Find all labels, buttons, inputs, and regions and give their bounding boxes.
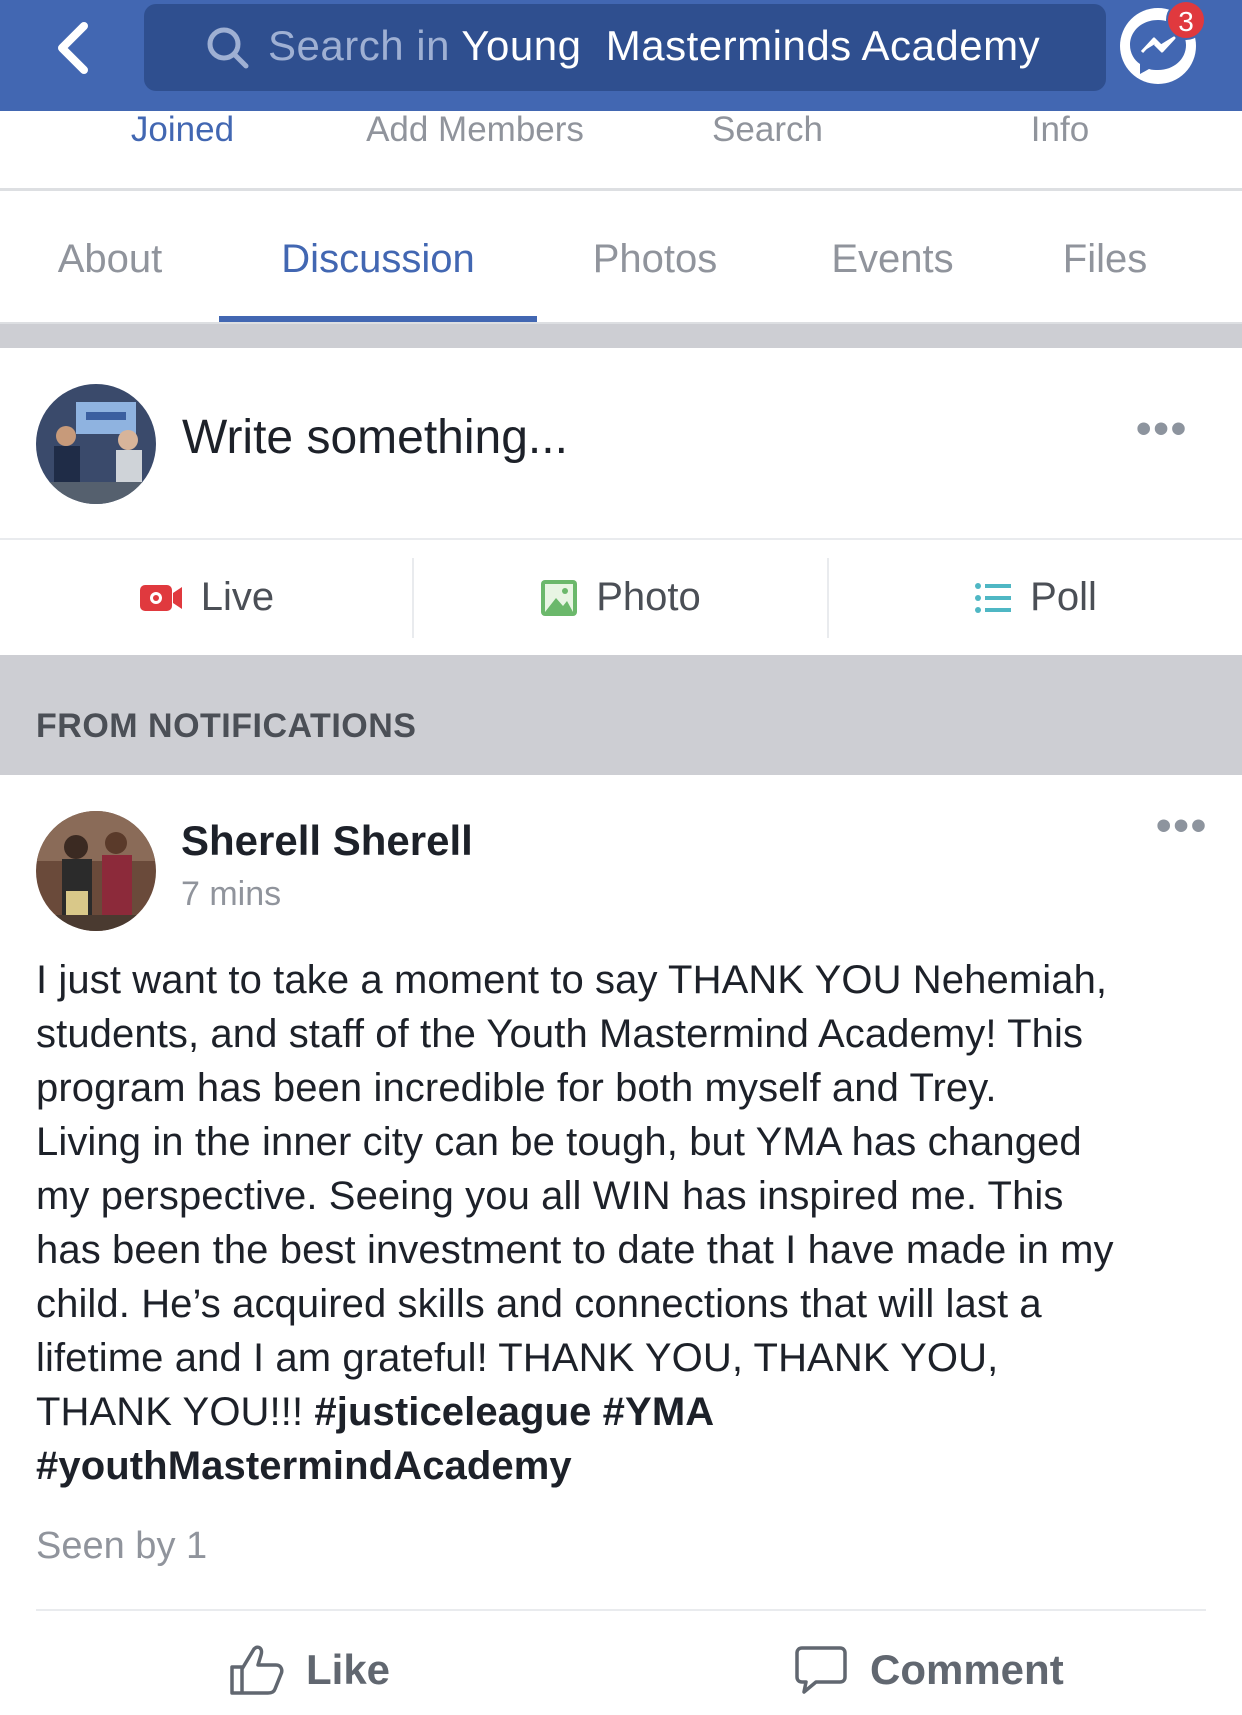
composer-actions: Live Photo Poll [0, 540, 1242, 655]
live-label: Live [200, 575, 275, 619]
thumbs-up-icon [230, 1645, 284, 1695]
section-separator [0, 324, 1242, 348]
photo-label: Photo [596, 575, 701, 619]
poll-list-icon [975, 582, 1012, 613]
poll-label: Poll [1030, 575, 1097, 619]
section-title: FROM NOTIFICATIONS [36, 707, 417, 745]
post-line: has been the best investment to date tha… [36, 1228, 1114, 1272]
group-tabs: About Discussion Photos Events Files [0, 194, 1242, 324]
post-line: I just want to take a moment to say THAN… [36, 958, 1108, 1002]
hashtag-link[interactable]: #justiceleague #YMA [314, 1390, 714, 1434]
group-subnav: Joined Add Members Search Info [0, 111, 1242, 191]
post-more-button[interactable]: ••• [1156, 801, 1208, 851]
composer-more-button[interactable]: ••• [1136, 404, 1188, 454]
hashtag-link[interactable]: #youthMastermindAcademy [36, 1439, 1216, 1493]
search-placeholder: Search in Young Masterminds Academy [268, 22, 1040, 70]
live-video-icon [139, 584, 182, 611]
feed-post: Sherell Sherell 7 mins ••• I just want t… [0, 775, 1242, 1715]
post-line: Living in the inner city can be tough, b… [36, 1120, 1082, 1164]
post-divider [36, 1609, 1206, 1611]
tab-files[interactable]: Files [1040, 194, 1170, 324]
post-line: my perspective. Seeing you all WIN has i… [36, 1174, 1064, 1218]
tab-photos[interactable]: Photos [560, 194, 750, 324]
comment-bubble-icon [795, 1646, 847, 1694]
post-author-name[interactable]: Sherell Sherell [181, 817, 473, 865]
chevron-left-icon [58, 22, 88, 74]
tab-discussion[interactable]: Discussion [219, 194, 537, 324]
like-button[interactable]: Like [228, 1635, 390, 1705]
active-tab-indicator [219, 316, 537, 322]
subnav-add-members[interactable]: Add Members [340, 111, 610, 161]
notification-badge: 3 [1166, 0, 1206, 40]
live-button[interactable]: Live [0, 540, 413, 655]
top-nav-bar: Search in Young Masterminds Academy 3 [0, 0, 1242, 111]
seen-by-count[interactable]: Seen by 1 [36, 1525, 207, 1568]
avatar-photo-icon [36, 811, 156, 931]
from-notifications-header: FROM NOTIFICATIONS [0, 655, 1242, 775]
subnav-search[interactable]: Search [690, 111, 845, 161]
post-line: child. He’s acquired skills and connecti… [36, 1282, 1042, 1326]
comment-label: Comment [870, 1646, 1064, 1693]
author-avatar[interactable] [36, 811, 156, 931]
search-group-name: Young Masterminds Academy [461, 22, 1041, 69]
subnav-joined[interactable]: Joined [100, 111, 265, 161]
write-something-input[interactable]: Write something... [182, 410, 568, 465]
tab-about[interactable]: About [20, 194, 200, 324]
post-line-text: THANK YOU!!! [36, 1390, 315, 1434]
group-search-input[interactable]: Search in Young Masterminds Academy [144, 4, 1106, 91]
post-line: students, and staff of the Youth Masterm… [36, 1012, 1084, 1056]
comment-button[interactable]: Comment [794, 1635, 1064, 1705]
photo-button[interactable]: Photo [414, 540, 827, 655]
like-label: Like [306, 1646, 391, 1693]
post-line: program has been incredible for both mys… [36, 1066, 997, 1110]
avatar-photo-icon [36, 384, 156, 504]
photo-icon [541, 579, 578, 616]
post-line: lifetime and I am grateful! THANK YOU, T… [36, 1336, 999, 1380]
post-body: I just want to take a moment to say THAN… [36, 953, 1216, 1493]
search-prefix: Search in [268, 22, 450, 69]
post-line: THANK YOU!!! #justiceleague #YMA [36, 1385, 1216, 1439]
user-avatar[interactable] [36, 384, 156, 504]
tab-events[interactable]: Events [800, 194, 985, 324]
back-button[interactable] [50, 20, 100, 76]
post-composer: Write something... ••• [0, 348, 1242, 540]
poll-button[interactable]: Poll [829, 540, 1242, 655]
post-timestamp[interactable]: 7 mins [181, 875, 281, 914]
subnav-info[interactable]: Info [1010, 111, 1110, 161]
search-icon [207, 27, 249, 69]
